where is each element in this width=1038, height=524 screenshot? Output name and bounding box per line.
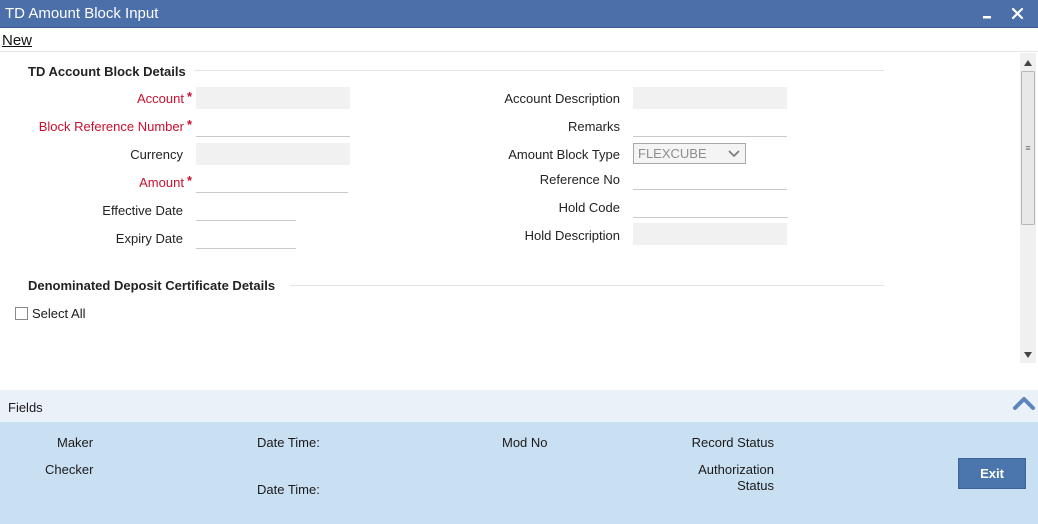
minimize-icon	[983, 15, 991, 18]
amount-field[interactable]	[196, 171, 348, 193]
section-title-account-block: TD Account Block Details	[28, 64, 186, 79]
window-title: TD Amount Block Input	[5, 5, 159, 22]
menu-bar: New	[0, 28, 1038, 52]
amount-block-type-label: Amount Block Type	[508, 147, 620, 162]
grip-icon: ≡	[1025, 142, 1031, 153]
required-marker: *	[186, 173, 192, 188]
amount-label: Amount *	[139, 173, 192, 190]
vertical-scrollbar[interactable]: ≡	[1020, 53, 1036, 363]
effective-date-label: Effective Date	[102, 203, 183, 218]
audit-panel: Maker Checker Date Time: Date Time: Mod …	[0, 422, 1038, 524]
section-title-certificate: Denominated Deposit Certificate Details	[28, 278, 276, 293]
new-link[interactable]: New	[2, 32, 32, 49]
section-divider	[194, 70, 884, 71]
required-marker: *	[186, 89, 192, 104]
required-marker: *	[186, 117, 192, 132]
hold-description-field[interactable]	[633, 223, 787, 245]
close-button[interactable]	[1006, 3, 1028, 25]
collapse-chevron-up-icon[interactable]	[1012, 392, 1036, 414]
checker-label: Checker	[45, 462, 94, 477]
block-reference-number-field[interactable]	[196, 115, 350, 137]
section-divider	[290, 285, 884, 286]
maker-label: Maker	[57, 435, 94, 450]
maker-date-time-label: Date Time:	[257, 435, 320, 450]
fields-bar: Fields	[0, 390, 1038, 422]
account-description-label: Account Description	[504, 91, 620, 106]
remarks-field[interactable]	[633, 115, 787, 137]
remarks-label: Remarks	[567, 119, 620, 134]
form-content: TD Account Block Details Account * Block …	[0, 53, 1020, 389]
fields-label: Fields	[8, 400, 43, 415]
effective-date-field[interactable]	[196, 199, 296, 221]
record-status-label: Record Status	[691, 435, 774, 450]
expiry-date-field[interactable]	[196, 227, 296, 249]
expiry-date-label: Expiry Date	[115, 231, 183, 246]
authorization-status-label: Status	[737, 478, 774, 493]
scrollbar-thumb[interactable]: ≡	[1021, 71, 1035, 225]
amount-block-type-value: FLEXCUBE	[638, 146, 707, 161]
checker-date-time-label: Date Time:	[257, 482, 320, 497]
select-all-checkbox[interactable]: Select All	[15, 306, 85, 321]
account-description-field[interactable]	[633, 87, 787, 109]
minimize-button[interactable]	[976, 3, 998, 25]
block-reference-number-label: Block Reference Number *	[38, 117, 192, 134]
account-label: Account *	[136, 89, 192, 106]
chevron-down-icon	[727, 147, 741, 161]
scroll-up-arrow-icon[interactable]	[1020, 55, 1036, 71]
reference-no-field[interactable]	[633, 168, 787, 190]
currency-field[interactable]	[196, 143, 350, 165]
account-field[interactable]	[196, 87, 350, 109]
currency-label: Currency	[130, 147, 183, 162]
select-all-label: Select All	[32, 306, 86, 321]
hold-code-field[interactable]	[633, 196, 788, 218]
close-icon	[1011, 7, 1023, 20]
checkbox-box[interactable]	[15, 307, 28, 320]
exit-button[interactable]: Exit	[958, 458, 1026, 489]
scroll-down-arrow-icon[interactable]	[1020, 347, 1036, 363]
window-title-bar: TD Amount Block Input	[0, 0, 1038, 28]
authorization-label: Authorization	[698, 462, 774, 477]
hold-code-label: Hold Code	[558, 200, 620, 215]
mod-no-label: Mod No	[502, 435, 548, 450]
reference-no-label: Reference No	[539, 172, 620, 187]
amount-block-type-select[interactable]: FLEXCUBE	[633, 143, 746, 164]
hold-description-label: Hold Description	[524, 228, 620, 243]
